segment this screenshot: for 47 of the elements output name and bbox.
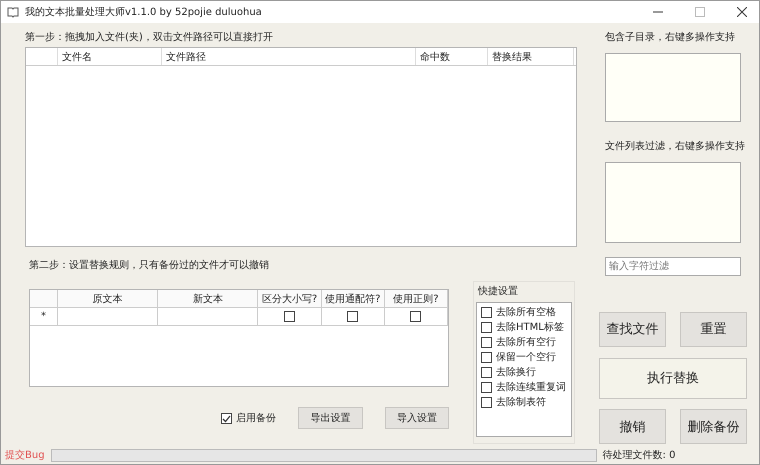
checkbox[interactable] bbox=[481, 306, 492, 318]
column-header[interactable]: 文件名 bbox=[58, 48, 162, 65]
checkbox[interactable] bbox=[481, 352, 492, 362]
file-table[interactable]: 文件名 文件路径 命中数 替换结果 bbox=[25, 47, 577, 247]
window-title: 我的文本批量处理大师v1.1.0 by 52pojie duluohua bbox=[25, 6, 262, 19]
checkbox-label[interactable]: 去除制表符 bbox=[496, 395, 546, 409]
column-header[interactable]: 新文本 bbox=[158, 290, 258, 307]
checkbox-label[interactable]: 去除换行 bbox=[496, 365, 536, 379]
find-files-button[interactable]: 查找文件 bbox=[599, 312, 666, 347]
column-header[interactable]: 区分大小写? bbox=[258, 290, 322, 307]
close-icon[interactable] bbox=[737, 7, 747, 17]
checkbox[interactable] bbox=[410, 311, 422, 322]
checkbox[interactable] bbox=[481, 382, 492, 392]
checkbox-label[interactable]: 去除所有空行 bbox=[496, 335, 556, 349]
column-header[interactable]: 替换结果 bbox=[488, 48, 574, 65]
column-header[interactable]: 文件路径 bbox=[162, 48, 416, 65]
step-two-label: 第二步：设置替换规则，只有备份过的文件才可以撤销 bbox=[29, 259, 270, 273]
checkbox-label[interactable]: 启用备份 bbox=[236, 411, 276, 425]
reset-button[interactable]: 重置 bbox=[680, 312, 747, 347]
checkbox-label[interactable]: 去除HTML标签 bbox=[496, 320, 564, 334]
filter-input[interactable]: 输入字符过滤 bbox=[605, 256, 741, 276]
checkbox[interactable] bbox=[481, 322, 492, 332]
step-one-label: 第一步：拖拽加入文件(夹)，双击文件路径可以直接打开 bbox=[25, 31, 274, 45]
column-header[interactable]: 使用通配符? bbox=[322, 290, 385, 307]
pending-count: 待处理文件数: 0 bbox=[602, 448, 676, 462]
book-icon bbox=[7, 6, 19, 18]
import-button[interactable]: 导入设置 bbox=[384, 407, 449, 429]
filter-label: 文件列表过滤，右键多操作支持 bbox=[604, 140, 746, 154]
panel-title: 快捷设置 bbox=[478, 284, 519, 298]
checkbox[interactable] bbox=[221, 412, 232, 424]
checkbox[interactable] bbox=[284, 311, 296, 322]
checkbox[interactable] bbox=[481, 366, 492, 378]
delete-backup-button[interactable]: 删除备份 bbox=[680, 409, 747, 444]
checkbox[interactable] bbox=[481, 396, 492, 408]
checkbox[interactable] bbox=[481, 336, 492, 348]
column-header[interactable]: 使用正则? bbox=[384, 290, 448, 307]
undo-button[interactable]: 撤销 bbox=[599, 409, 666, 444]
subdir-label: 包含子目录，右键多操作支持 bbox=[604, 31, 736, 45]
checkbox[interactable] bbox=[347, 311, 358, 322]
column-header[interactable]: 命中数 bbox=[416, 48, 488, 65]
export-button[interactable]: 导出设置 bbox=[298, 407, 362, 429]
column-header[interactable]: 原文本 bbox=[58, 290, 158, 307]
checkbox-label[interactable]: 去除连续重复词 bbox=[496, 380, 566, 394]
checkbox-label[interactable]: 去除所有空格 bbox=[496, 305, 556, 319]
rules-table[interactable]: 原文本 新文本 区分大小写? 使用通配符? 使用正则? * bbox=[29, 289, 449, 387]
checkbox-label[interactable]: 保留一个空行 bbox=[496, 350, 556, 364]
execute-button[interactable]: 执行替换 bbox=[599, 358, 747, 399]
